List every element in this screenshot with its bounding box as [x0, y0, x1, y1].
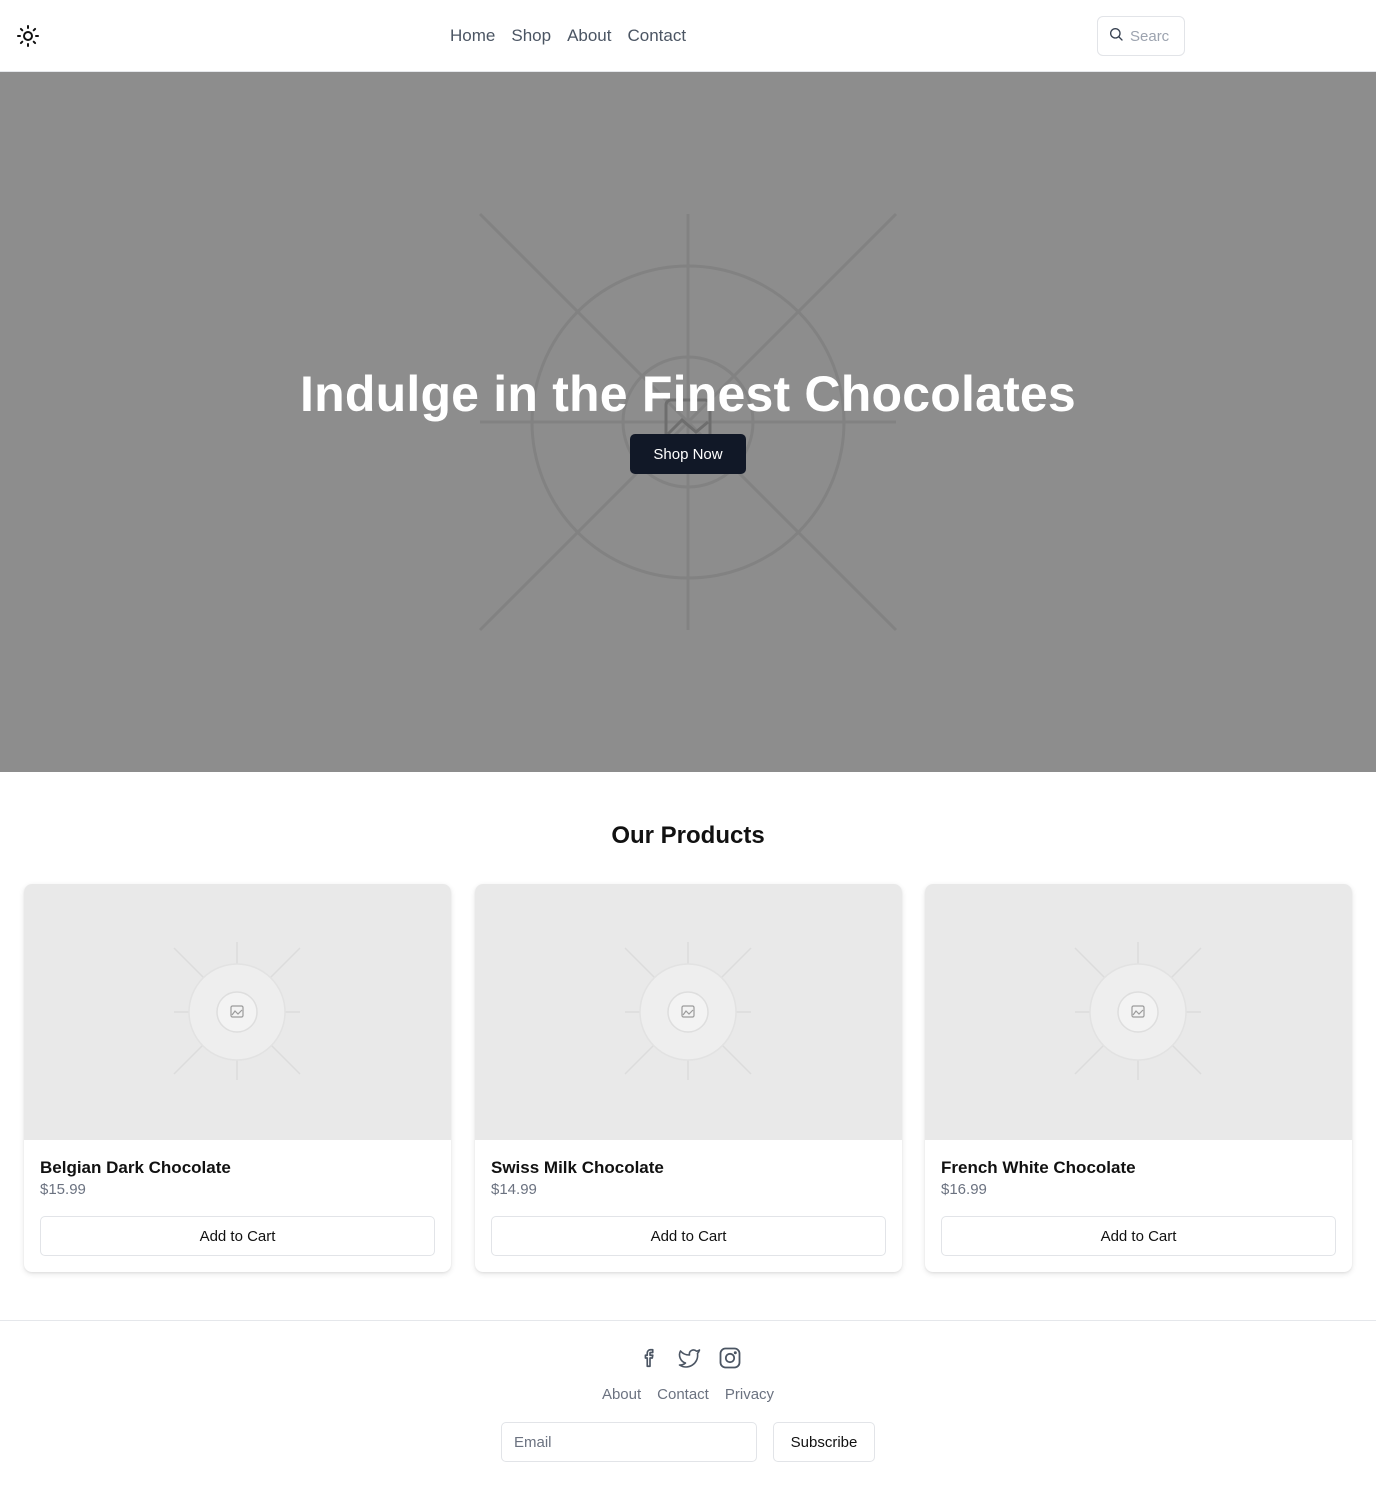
search-box[interactable] — [1097, 16, 1185, 56]
product-price: $14.99 — [491, 1181, 537, 1198]
hero-title: Indulge in the Finest Chocolates — [300, 366, 1076, 422]
site-header: Home Shop About Contact — [0, 0, 1376, 72]
product-card: Swiss Milk Chocolate $14.99 Add to Cart — [475, 884, 902, 1272]
social-links — [637, 1345, 742, 1370]
nav-home[interactable]: Home — [450, 24, 495, 48]
instagram-icon[interactable] — [717, 1345, 742, 1370]
product-image — [24, 884, 451, 1140]
add-to-cart-button[interactable]: Add to Cart — [491, 1216, 886, 1256]
search-input[interactable] — [1130, 27, 1170, 45]
subscribe-button[interactable]: Subscribe — [773, 1422, 875, 1462]
image-placeholder-icon — [1074, 942, 1202, 1080]
product-name: French White Chocolate — [941, 1158, 1136, 1177]
shop-now-button[interactable]: Shop Now — [630, 434, 746, 474]
image-placeholder-icon — [624, 942, 752, 1080]
product-price: $16.99 — [941, 1181, 987, 1198]
footer-link-privacy[interactable]: Privacy — [725, 1386, 774, 1404]
add-to-cart-button[interactable]: Add to Cart — [941, 1216, 1336, 1256]
search-icon — [1110, 28, 1123, 41]
product-image — [925, 884, 1352, 1140]
nav-about[interactable]: About — [567, 24, 611, 48]
facebook-icon[interactable] — [637, 1345, 662, 1370]
hero-section: Indulge in the Finest Chocolates Shop No… — [0, 72, 1376, 772]
email-field[interactable] — [501, 1422, 757, 1462]
add-to-cart-button[interactable]: Add to Cart — [40, 1216, 435, 1256]
main-nav: Home Shop About Contact — [450, 24, 686, 48]
site-footer: About Contact Privacy Subscribe — [0, 1320, 1376, 1485]
product-card: French White Chocolate $16.99 Add to Car… — [925, 884, 1352, 1272]
sun-icon[interactable] — [14, 22, 42, 50]
product-price: $15.99 — [40, 1181, 86, 1198]
nav-contact[interactable]: Contact — [628, 24, 687, 48]
nav-shop[interactable]: Shop — [511, 24, 551, 48]
product-image — [475, 884, 902, 1140]
footer-link-about[interactable]: About — [602, 1386, 641, 1404]
image-placeholder-icon — [173, 942, 301, 1080]
product-card: Belgian Dark Chocolate $15.99 Add to Car… — [24, 884, 451, 1272]
product-name: Belgian Dark Chocolate — [40, 1158, 231, 1177]
footer-link-contact[interactable]: Contact — [657, 1386, 709, 1404]
products-heading: Our Products — [611, 822, 765, 849]
footer-links: About Contact Privacy — [0, 1386, 1376, 1404]
product-name: Swiss Milk Chocolate — [491, 1158, 664, 1177]
twitter-icon[interactable] — [677, 1345, 702, 1370]
